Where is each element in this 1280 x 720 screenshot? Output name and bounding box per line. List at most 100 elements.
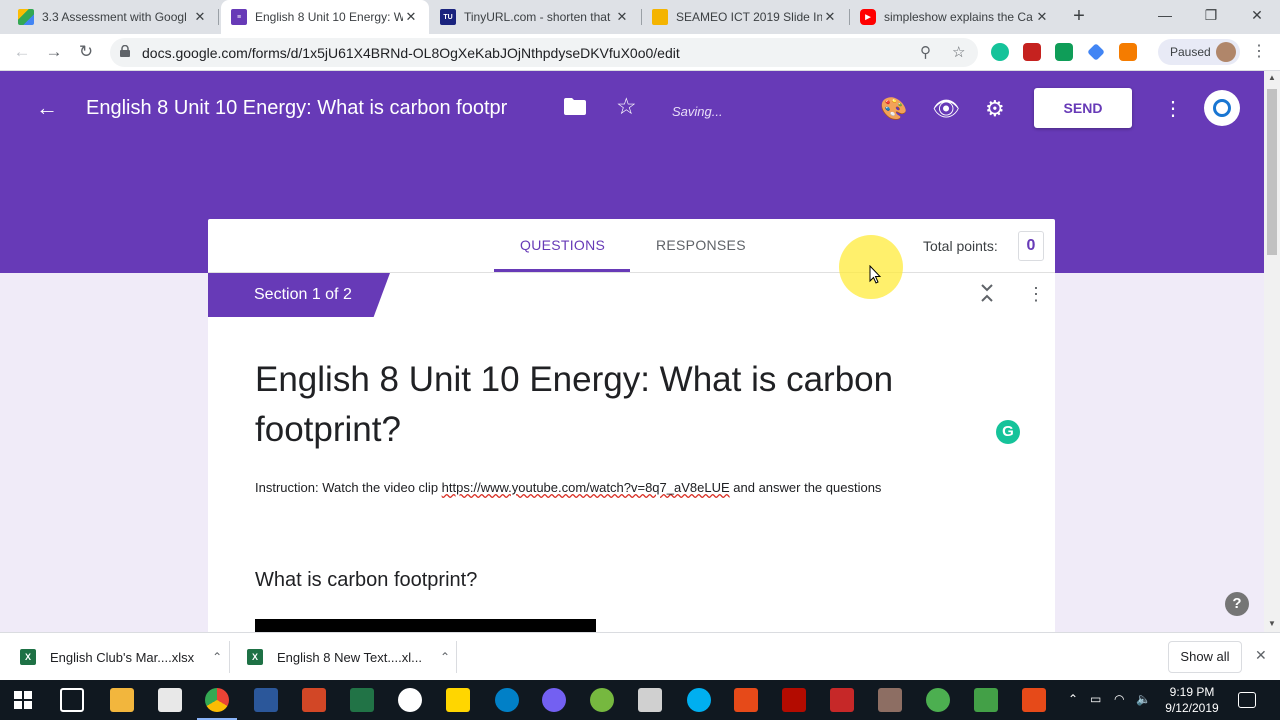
form-name[interactable]: English 8 Unit 10 Energy: What is carbon… xyxy=(86,97,550,120)
tab-responses[interactable]: RESPONSES xyxy=(656,237,746,253)
browser-tab-english8-form[interactable]: ≡ English 8 Unit 10 Energy: W ✕ xyxy=(221,0,429,34)
bookmark-star-icon[interactable]: ☆ xyxy=(952,43,965,61)
sticky-notes-icon[interactable] xyxy=(446,688,470,712)
browser-tab-simpleshow[interactable]: ▶ simpleshow explains the Ca ✕ xyxy=(850,0,1060,34)
store-icon[interactable] xyxy=(158,688,182,712)
video-embed[interactable] xyxy=(255,619,596,632)
account-avatar[interactable] xyxy=(1204,90,1240,126)
browser-tab-assessment[interactable]: 3.3 Assessment with Googl ✕ xyxy=(8,0,218,34)
google-forms-icon: ≡ xyxy=(231,9,247,25)
star-icon[interactable]: ☆ xyxy=(616,93,637,120)
browser-tabstrip: 3.3 Assessment with Googl ✕ ≡ English 8 … xyxy=(0,0,1280,34)
total-points-label: Total points: xyxy=(923,238,998,254)
tab-questions[interactable]: QUESTIONS xyxy=(520,237,605,253)
grammarly-icon[interactable]: G xyxy=(996,420,1020,444)
browser-tab-tinyurl[interactable]: TU TinyURL.com - shorten that ✕ xyxy=(430,0,640,34)
instruction-link[interactable]: https://www.youtube.com/watch?v=8q7_aV8e… xyxy=(442,480,730,495)
profile-button[interactable]: Paused xyxy=(1158,39,1240,65)
address-bar[interactable]: docs.google.com/forms/d/1x5jU61X4BRNd-OL… xyxy=(110,38,978,67)
close-tab-icon[interactable]: ✕ xyxy=(1034,9,1050,25)
folder-icon[interactable] xyxy=(564,98,586,115)
instruction-prefix: Instruction: Watch the video clip xyxy=(255,480,442,495)
close-tab-icon[interactable]: ✕ xyxy=(822,9,838,25)
more-options-icon[interactable]: ⋮ xyxy=(1163,96,1183,121)
send-button[interactable]: SEND xyxy=(1034,88,1132,128)
restore-window-button[interactable]: ❐ xyxy=(1188,0,1234,34)
help-icon[interactable]: ? xyxy=(1225,592,1249,616)
powerpoint-icon[interactable] xyxy=(302,688,326,712)
close-tab-icon[interactable]: ✕ xyxy=(403,9,419,25)
grammarly-extension-icon[interactable] xyxy=(991,43,1009,61)
wifi-icon[interactable]: ◠ xyxy=(1114,692,1124,706)
scrollbar-thumb[interactable] xyxy=(1267,89,1277,255)
notification-center-icon[interactable] xyxy=(1238,692,1256,708)
tab-title: SEAMEO ICT 2019 Slide Inst xyxy=(676,10,822,24)
form-description[interactable]: Instruction: Watch the video clip https:… xyxy=(255,480,881,495)
download-item[interactable]: X English 8 New Text....xl... ⌃ xyxy=(247,633,450,681)
back-arrow-icon[interactable]: ← xyxy=(36,95,58,121)
windows-start-icon[interactable] xyxy=(14,691,32,709)
tab-title: English 8 Unit 10 Energy: W xyxy=(255,10,403,24)
reload-button[interactable]: ↻ xyxy=(74,40,98,64)
camtasia-icon[interactable] xyxy=(974,688,998,712)
excel-file-icon: X xyxy=(20,649,36,665)
scroll-down-arrow[interactable]: ▼ xyxy=(1268,619,1276,628)
back-button[interactable]: ← xyxy=(10,40,34,64)
preview-eye-icon[interactable]: 👁 xyxy=(932,96,960,122)
browser-menu-icon[interactable]: ⋮ xyxy=(1251,41,1267,61)
page-scrollbar[interactable]: ▲ ▼ xyxy=(1264,71,1280,632)
zalo-icon[interactable] xyxy=(495,688,519,712)
excel-icon[interactable] xyxy=(350,688,374,712)
download-filename: English 8 New Text....xl... xyxy=(277,649,422,665)
new-tab-button[interactable]: + xyxy=(1068,5,1090,27)
forward-button[interactable]: → xyxy=(42,40,66,64)
chevron-up-icon[interactable]: ⌃ xyxy=(212,650,222,664)
active-tab-indicator xyxy=(494,269,630,272)
chrome-icon[interactable] xyxy=(205,688,229,712)
camtasia-recorder-icon[interactable] xyxy=(1022,688,1046,712)
word-icon[interactable] xyxy=(254,688,278,712)
total-points-value: 0 xyxy=(1018,231,1044,261)
chevron-up-icon[interactable]: ⌃ xyxy=(440,650,450,664)
close-window-button[interactable]: ✕ xyxy=(1234,0,1280,34)
tray-chevron-up-icon[interactable]: ⌃ xyxy=(1068,692,1078,706)
file-explorer-icon[interactable] xyxy=(110,688,134,712)
task-view-icon[interactable] xyxy=(60,688,84,712)
app-icon[interactable] xyxy=(398,688,422,712)
youtube-icon: ▶ xyxy=(860,9,876,25)
collapse-section-icon[interactable] xyxy=(980,283,994,303)
section-more-icon[interactable]: ⋮ xyxy=(1027,284,1045,305)
download-separator xyxy=(456,641,457,673)
system-clock[interactable]: 9:19 PM 9/12/2019 xyxy=(1156,684,1228,716)
kami-extension-icon[interactable] xyxy=(1119,43,1137,61)
skype-icon[interactable] xyxy=(687,688,711,712)
volume-icon[interactable]: 🔈 xyxy=(1136,692,1151,706)
extension-icon[interactable] xyxy=(1087,43,1105,61)
palette-icon[interactable]: 🎨 xyxy=(880,96,907,122)
tab-title: simpleshow explains the Ca xyxy=(884,10,1033,24)
download-item[interactable]: X English Club's Mar....xlsx ⌃ xyxy=(20,633,222,681)
app-icon[interactable] xyxy=(878,688,902,712)
minimize-window-button[interactable]: — xyxy=(1142,0,1188,34)
app-icon[interactable] xyxy=(926,688,950,712)
close-tab-icon[interactable]: ✕ xyxy=(614,9,630,25)
scroll-up-arrow[interactable]: ▲ xyxy=(1268,73,1276,82)
battery-icon[interactable]: ▭ xyxy=(1090,692,1101,706)
utorrent-icon[interactable] xyxy=(590,688,614,712)
pdf-extension-icon[interactable] xyxy=(1023,43,1041,61)
viber-icon[interactable] xyxy=(542,688,566,712)
download-separator xyxy=(229,641,230,673)
browser-tab-seameo-slides[interactable]: SEAMEO ICT 2019 Slide Inst ✕ xyxy=(642,0,848,34)
acrobat-icon[interactable] xyxy=(782,688,806,712)
close-download-shelf-icon[interactable]: ✕ xyxy=(1255,647,1267,664)
app-icon[interactable] xyxy=(638,688,662,712)
classroom-extension-icon[interactable] xyxy=(1055,43,1073,61)
show-all-downloads-button[interactable]: Show all xyxy=(1168,641,1242,673)
pdf-app-icon[interactable] xyxy=(734,688,758,712)
app-icon[interactable] xyxy=(830,688,854,712)
question-title[interactable]: What is carbon footprint? xyxy=(255,569,477,592)
settings-gear-icon[interactable]: ⚙ xyxy=(985,96,1005,122)
close-tab-icon[interactable]: ✕ xyxy=(192,9,208,25)
zoom-icon[interactable]: ⚲ xyxy=(920,43,931,61)
form-title[interactable]: English 8 Unit 10 Energy: What is carbon… xyxy=(255,355,955,455)
